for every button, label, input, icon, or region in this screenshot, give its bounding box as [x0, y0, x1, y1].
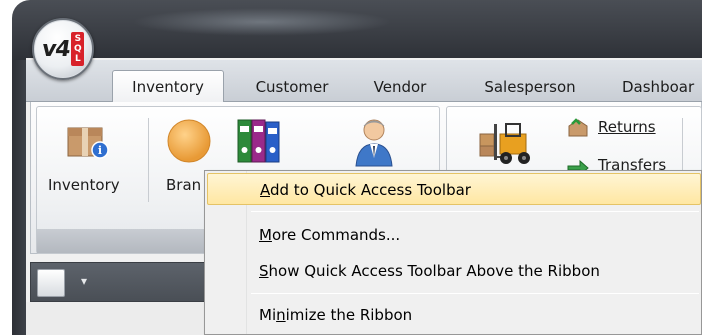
- logo-text: v4: [40, 36, 72, 62]
- menu-item-mnemonic: A: [260, 181, 270, 199]
- menu-item-mnemonic: M: [259, 226, 272, 244]
- quick-access-toolbar: ▾: [30, 262, 210, 302]
- application-window: Inventory Customer Vendor Salesperson Da…: [0, 0, 702, 335]
- group-separator: [148, 118, 149, 202]
- tab-dashboard[interactable]: Dashboar: [614, 72, 702, 102]
- inventory-button-label: Inventory: [48, 176, 120, 194]
- tab-customer[interactable]: Customer: [240, 72, 344, 102]
- forklift-icon: [479, 123, 530, 164]
- content-area: [26, 302, 216, 335]
- returns-button-label: Returns: [598, 118, 656, 136]
- tab-vendor[interactable]: Vendor: [360, 72, 440, 102]
- menu-item-text-prefix: Mi: [259, 306, 277, 324]
- brand-button-label: Bran: [166, 176, 202, 194]
- forklift-button[interactable]: [474, 112, 544, 172]
- menu-separator: [251, 293, 699, 294]
- context-menu: Add to Quick Access Toolbar More Command…: [204, 170, 702, 335]
- binders-icon: [237, 119, 280, 163]
- title-bar-glare: [132, 8, 392, 36]
- menu-item-mnemonic: n: [276, 306, 286, 324]
- menu-item-show-qat-above-ribbon[interactable]: Show Quick Access Toolbar Above the Ribb…: [207, 255, 701, 287]
- tab-label: Customer: [255, 78, 329, 96]
- tab-salesperson[interactable]: Salesperson: [468, 72, 592, 102]
- returns-icon: [568, 118, 588, 137]
- inventory-box-icon: i: [67, 127, 109, 159]
- tab-label: Salesperson: [484, 78, 576, 96]
- menu-item-text: ore Commands...: [271, 226, 401, 244]
- binders-button[interactable]: [230, 112, 296, 172]
- menu-item-text: dd to Quick Access Toolbar: [270, 181, 471, 199]
- menu-item-mnemonic: S: [259, 262, 269, 280]
- svg-text:i: i: [98, 144, 102, 157]
- salesperson-icon: [355, 119, 393, 167]
- salesperson-button[interactable]: [340, 112, 410, 172]
- group-separator: [682, 118, 683, 170]
- inventory-button[interactable]: i Inventory: [44, 112, 140, 210]
- window-left-border: [12, 60, 26, 335]
- tab-label: Dashboar: [622, 78, 695, 96]
- menu-item-text: imize the Ribbon: [285, 306, 413, 324]
- brand-circle-icon: [167, 119, 211, 163]
- quick-access-button[interactable]: [37, 269, 65, 297]
- application-menu-orb[interactable]: v4 SQL: [32, 18, 94, 80]
- menu-item-more-commands[interactable]: More Commands...: [207, 219, 701, 251]
- tab-label: Inventory: [132, 77, 204, 96]
- menu-item-text: how Quick Access Toolbar Above the Ribbo…: [268, 262, 600, 280]
- logo-badge: SQL: [70, 32, 84, 66]
- tab-label: Vendor: [373, 78, 427, 96]
- menu-separator: [251, 211, 699, 212]
- returns-button[interactable]: Returns: [566, 116, 676, 140]
- quick-access-dropdown-icon[interactable]: ▾: [81, 274, 87, 288]
- menu-item-add-to-quick-access-toolbar[interactable]: Add to Quick Access Toolbar: [207, 173, 701, 205]
- tab-inventory[interactable]: Inventory: [112, 70, 224, 102]
- menu-item-minimize-ribbon[interactable]: Minimize the Ribbon: [207, 299, 701, 331]
